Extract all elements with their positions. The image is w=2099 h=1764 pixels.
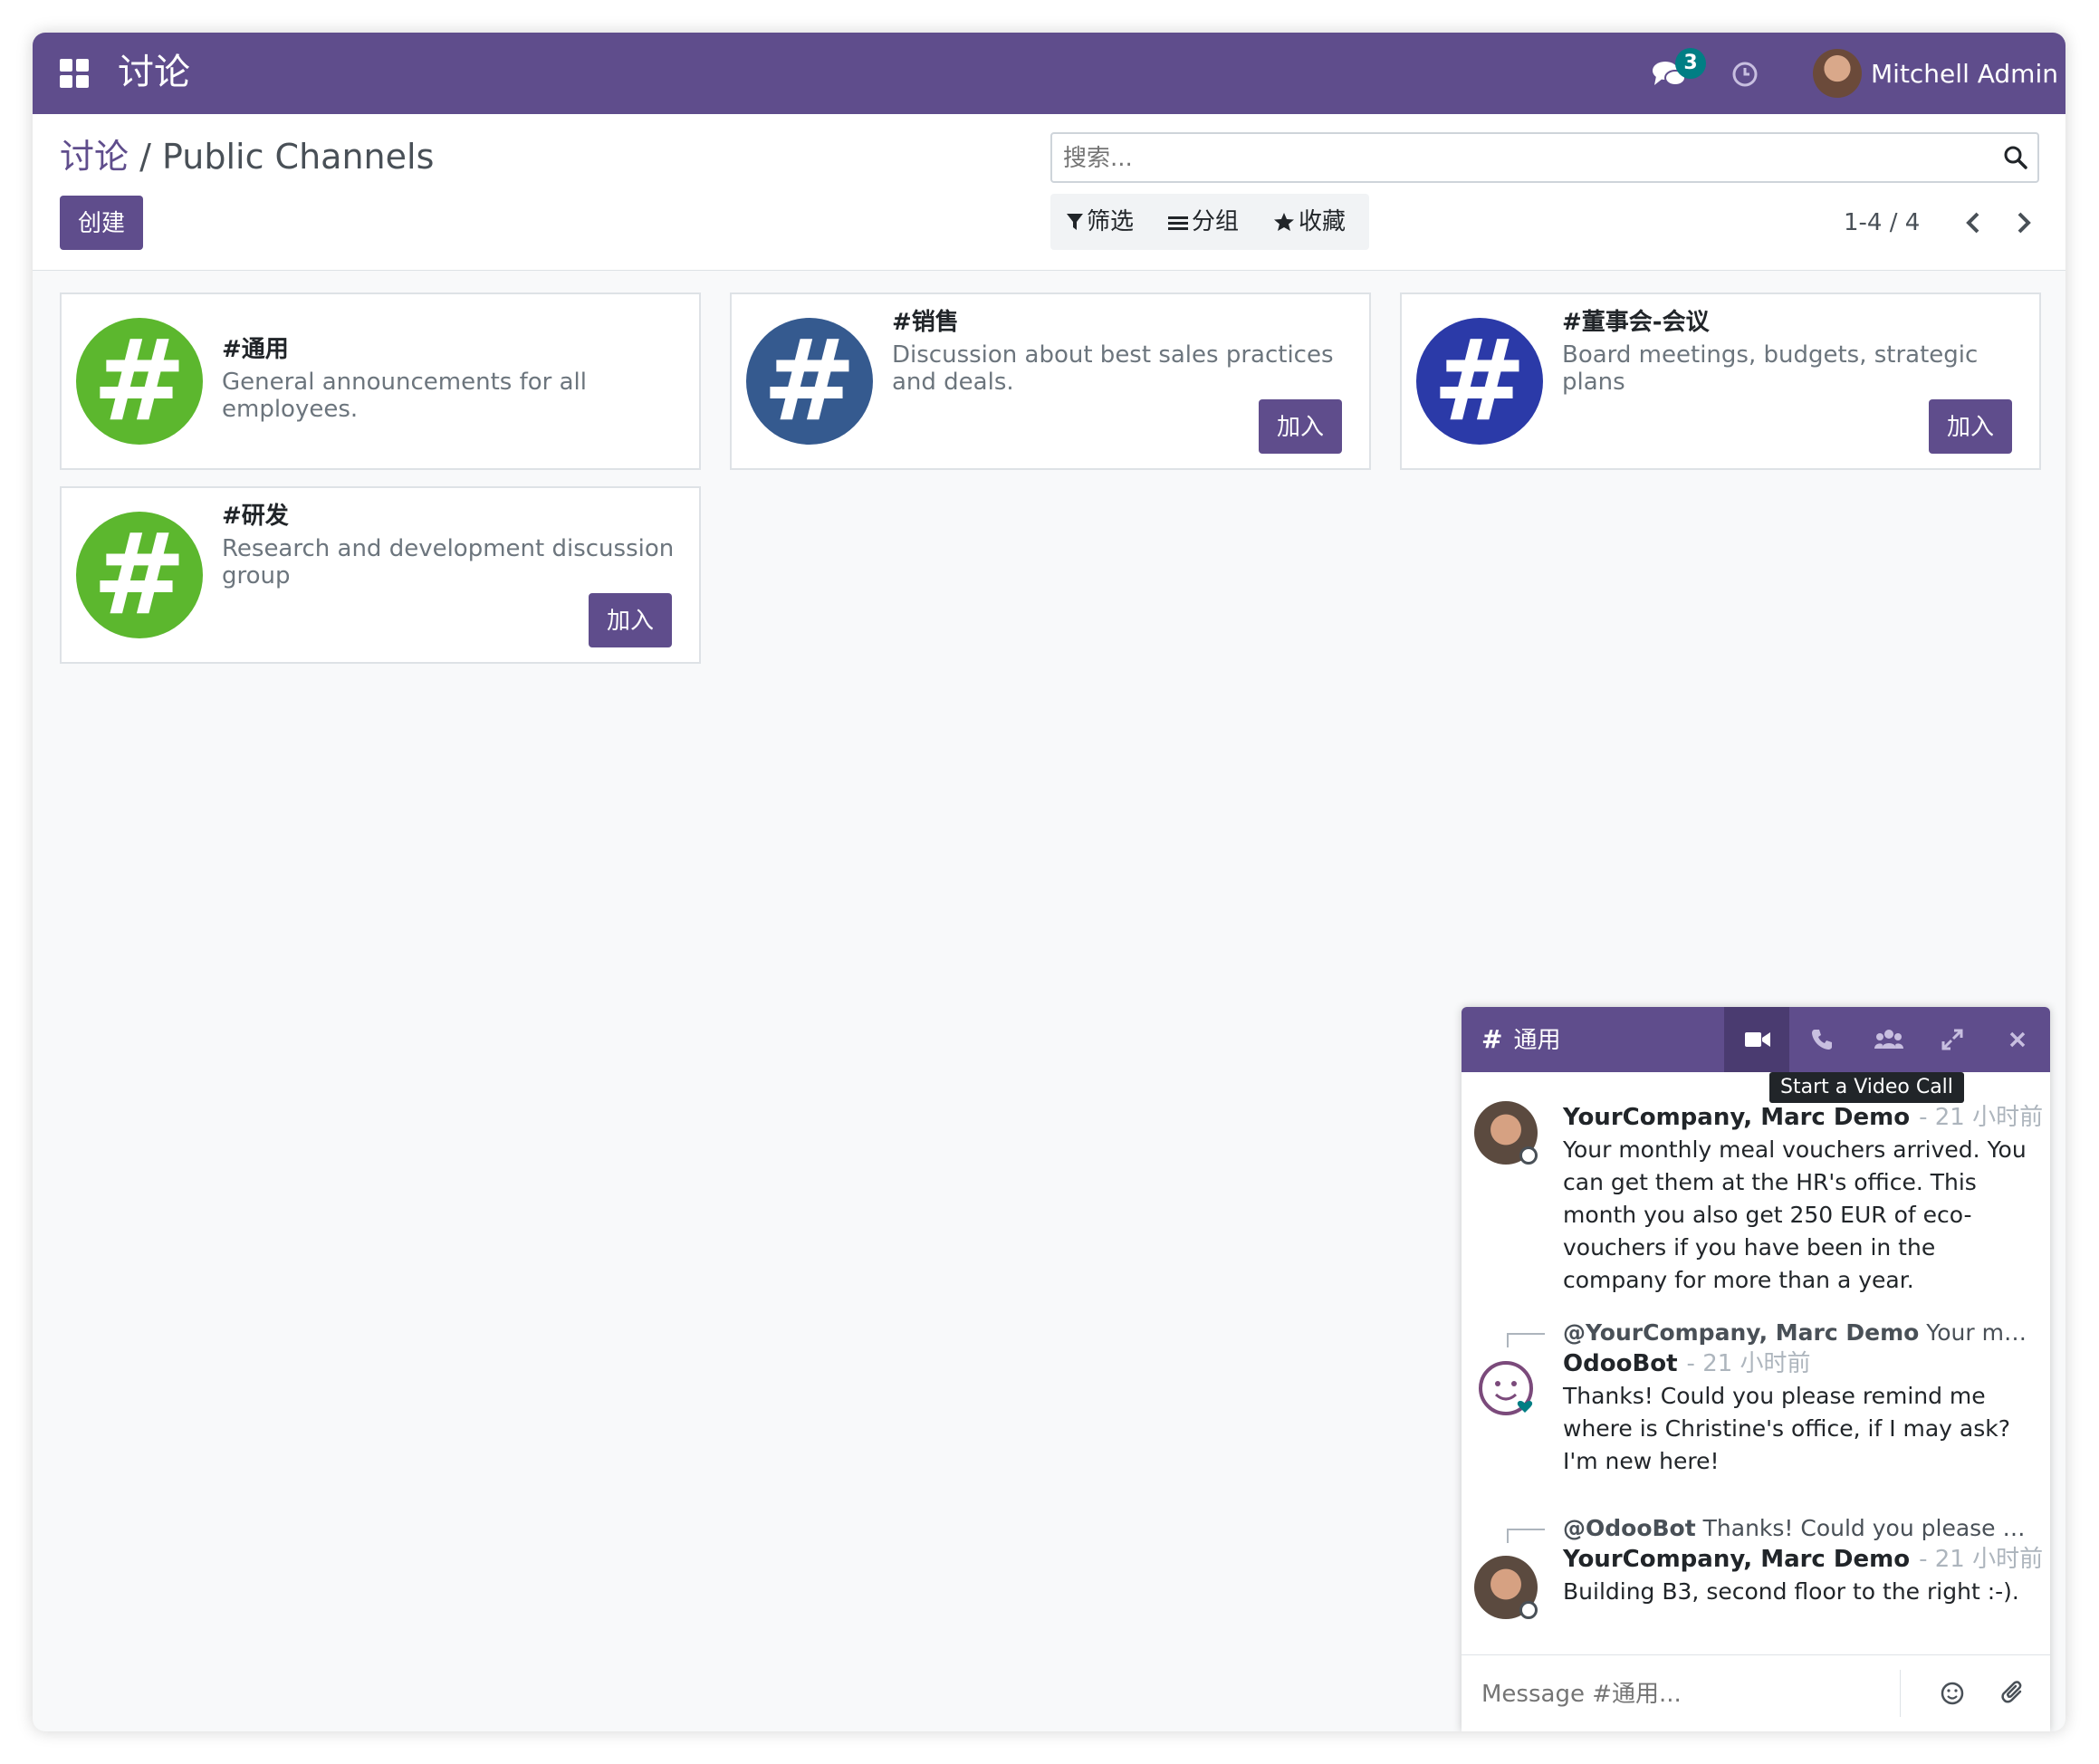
chevron-left-icon[interactable] [1956, 205, 1992, 241]
message-author: YourCompany, Marc Demo - 21 小时前 [1563, 1104, 2044, 1131]
user-avatar[interactable] [1813, 49, 1862, 98]
app-window: 讨论 3 Mitchell Admin 讨论 / Public Channels… [33, 33, 2065, 1731]
video-call-tooltip: Start a Video Call [1769, 1072, 1964, 1103]
channel-avatar: # [76, 512, 203, 638]
reply-preview[interactable]: @OdooBot Thanks! Could you please remi..… [1563, 1512, 2034, 1545]
chevron-right-icon[interactable] [2005, 205, 2041, 241]
voice-call-button[interactable] [1789, 1007, 1855, 1072]
emoji-icon[interactable] [1934, 1675, 1970, 1711]
channel-name: #董事会-会议 [1562, 309, 1710, 336]
pager-value[interactable]: 1-4 / 4 [1844, 205, 1920, 241]
channel-name: #研发 [222, 503, 289, 530]
create-button[interactable]: 创建 [60, 196, 143, 250]
top-navbar: 讨论 3 Mitchell Admin [33, 33, 2065, 114]
message-body: Building B3, second floor to the right :… [1563, 1578, 2019, 1605]
channel-description: Board meetings, budgets, strategic plans [1562, 341, 1979, 396]
bars-icon [1168, 216, 1188, 230]
phone-icon [1812, 1030, 1832, 1050]
breadcrumb-separator: / [139, 137, 151, 177]
channel-description: Discussion about best sales practices an… [892, 341, 1334, 396]
filter-icon [1067, 214, 1083, 230]
close-button[interactable] [1985, 1007, 2050, 1072]
members-button[interactable] [1855, 1007, 1920, 1072]
message-author: YourCompany, Marc Demo - 21 小时前 [1563, 1546, 2044, 1573]
offline-status-icon [1519, 1601, 1538, 1619]
search-options: 筛选 分组 收藏 [1050, 194, 1369, 250]
breadcrumb-current: Public Channels [162, 137, 435, 177]
hash-icon: # [762, 316, 857, 446]
user-name[interactable]: Mitchell Admin [1871, 56, 2058, 92]
app-title[interactable]: 讨论 [118, 47, 190, 98]
message-composer [1462, 1654, 2050, 1731]
search-icon[interactable] [2003, 145, 2028, 170]
expand-icon [1941, 1029, 1963, 1050]
message-author: OdooBot - 21 小时前 [1563, 1350, 1811, 1377]
channel-card[interactable]: # #销售 Discussion about best sales practi… [730, 292, 1371, 470]
search-input[interactable] [1061, 139, 1970, 177]
hash-icon: # [92, 510, 187, 640]
channel-avatar: # [1416, 318, 1543, 445]
star-icon [1274, 213, 1294, 231]
messages-count-badge: 3 [1675, 48, 1706, 79]
paperclip-icon[interactable] [1996, 1675, 2032, 1711]
chat-window-header[interactable]: # 通用 [1462, 1007, 2050, 1072]
channel-card[interactable]: # #研发 Research and development discussio… [60, 486, 701, 664]
channel-description: General announcements for all employees. [222, 369, 587, 423]
favorites-button[interactable]: 收藏 [1273, 194, 1346, 250]
hash-icon: # [1481, 1024, 1503, 1054]
reply-connector [1507, 1333, 1545, 1347]
join-button[interactable]: 加入 [589, 593, 672, 647]
chat-window-title: # 通用 [1481, 1024, 1561, 1054]
breadcrumb-parent[interactable]: 讨论 [60, 137, 129, 177]
filter-button[interactable]: 筛选 [1067, 194, 1134, 250]
control-panel: 讨论 / Public Channels 创建 筛选 分组 收藏 1-4 / 4 [33, 114, 2065, 271]
search-bar [1050, 132, 2039, 183]
odoobot-avatar[interactable] [1474, 1357, 1538, 1420]
close-icon [2009, 1031, 2026, 1048]
breadcrumb: 讨论 / Public Channels [60, 132, 434, 181]
join-button[interactable]: 加入 [1929, 399, 2012, 454]
video-camera-icon [1745, 1032, 1770, 1047]
users-icon [1874, 1030, 1903, 1049]
group-by-button[interactable]: 分组 [1168, 194, 1239, 250]
channel-name: #通用 [222, 336, 289, 363]
reply-connector [1507, 1529, 1545, 1543]
channel-avatar: # [746, 318, 873, 445]
channel-description: Research and development discussion grou… [222, 535, 675, 590]
channel-card[interactable]: # #董事会-会议 Board meetings, budgets, strat… [1400, 292, 2041, 470]
message-input[interactable] [1480, 1672, 1882, 1717]
expand-button[interactable] [1920, 1007, 1985, 1072]
video-call-button[interactable] [1724, 1007, 1789, 1072]
hash-icon: # [1433, 316, 1527, 446]
hash-icon: # [92, 316, 187, 446]
message-body: Thanks! Could you please remind me where… [1563, 1383, 2011, 1474]
join-button[interactable]: 加入 [1259, 399, 1342, 454]
reply-preview[interactable]: @YourCompany, Marc Demo Your monthl... [1563, 1317, 2034, 1349]
channel-avatar: # [76, 318, 203, 445]
channel-card[interactable]: # #通用 General announcements for all empl… [60, 292, 701, 470]
offline-status-icon [1519, 1146, 1538, 1165]
clock-icon[interactable] [1731, 61, 1759, 88]
message-body: Your monthly meal vouchers arrived. You … [1563, 1136, 2027, 1293]
composer-divider [1900, 1670, 1901, 1717]
channel-name: #销售 [892, 309, 959, 336]
chat-window: # 通用 Start a Video Call YourCompany, Mar… [1462, 1007, 2050, 1731]
apps-menu-icon[interactable] [60, 59, 89, 88]
